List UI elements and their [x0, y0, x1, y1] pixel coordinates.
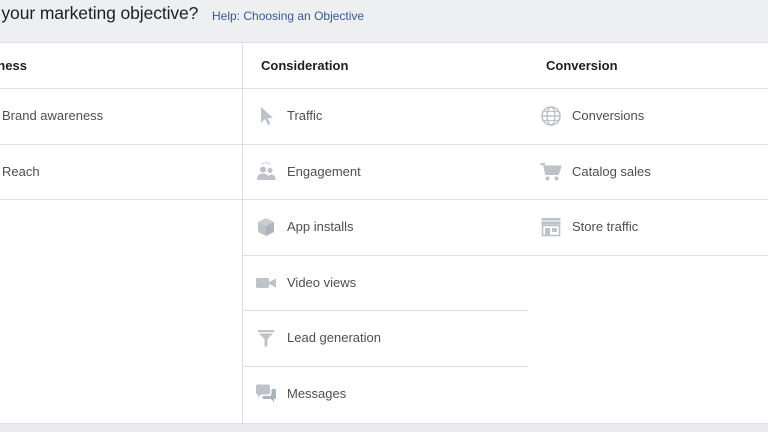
objective-label: Reach: [2, 163, 40, 179]
objective-conversions[interactable]: Conversions: [528, 89, 768, 145]
storefront-icon: [540, 216, 562, 238]
video-camera-icon: [255, 272, 277, 294]
objective-header: s your marketing objective? Help: Choosi…: [0, 0, 768, 43]
objective-label: Store traffic: [572, 219, 639, 235]
awareness-column: reness Brand awareness Reach: [0, 43, 242, 423]
objective-engagement[interactable]: Engagement: [243, 145, 528, 201]
chat-bubbles-icon: [255, 383, 277, 405]
objective-label: Brand awareness: [2, 108, 104, 123]
objective-label: Traffic: [287, 108, 323, 123]
objective-label: Video views: [287, 274, 357, 290]
objective-label: Messages: [287, 385, 347, 401]
objectives-table: reness Brand awareness Reach Considerati…: [0, 43, 768, 423]
conversion-heading: Conversion: [528, 43, 768, 89]
objective-video-views[interactable]: Video views: [243, 256, 528, 312]
objective-label: App installs: [287, 219, 354, 235]
objective-page: s your marketing objective? Help: Choosi…: [0, 0, 768, 432]
objective-traffic[interactable]: Traffic: [243, 89, 528, 145]
people-icon: [255, 161, 277, 183]
help-choosing-objective-link[interactable]: Help: Choosing an Objective: [212, 9, 364, 23]
objective-store-traffic[interactable]: Store traffic: [528, 200, 768, 256]
objective-question: s your marketing objective?: [0, 3, 199, 23]
consideration-heading: Consideration: [243, 43, 528, 89]
objective-brand-awareness[interactable]: Brand awareness: [0, 89, 242, 145]
objective-label: Lead generation: [287, 330, 381, 346]
objective-label: Catalog sales: [572, 163, 651, 179]
footer-bar: [0, 423, 768, 432]
objective-messages[interactable]: Messages: [243, 367, 528, 423]
objective-label: Engagement: [287, 163, 361, 179]
funnel-icon: [255, 327, 277, 349]
cursor-icon: [255, 105, 277, 127]
conversion-column: Conversion Conversions Catalog sales Sto…: [528, 43, 768, 423]
objective-lead-generation[interactable]: Lead generation: [243, 311, 528, 367]
shopping-cart-icon: [540, 161, 562, 183]
objective-label: Conversions: [572, 108, 645, 123]
awareness-heading: reness: [0, 43, 242, 89]
globe-icon: [540, 105, 562, 127]
consideration-column: Consideration Traffic Engagement App ins…: [242, 43, 529, 423]
objective-app-installs[interactable]: App installs: [243, 200, 528, 256]
box-icon: [255, 216, 277, 238]
objective-catalog-sales[interactable]: Catalog sales: [528, 145, 768, 201]
objective-reach[interactable]: Reach: [0, 145, 242, 201]
